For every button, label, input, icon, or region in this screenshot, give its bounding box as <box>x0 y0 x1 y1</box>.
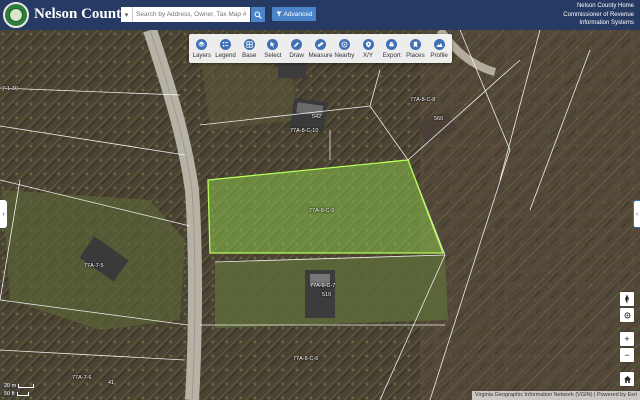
parcel-label: 77A-7-6 <box>72 375 92 381</box>
tool-label: X/Y <box>363 51 374 59</box>
tool-xy[interactable]: X/Y <box>356 34 380 63</box>
parcel-label: 77A-8-C-8 <box>410 97 436 103</box>
link-county-home[interactable]: Nelson County Home <box>563 2 634 11</box>
search-icon <box>254 11 262 19</box>
map-view[interactable]: 77A-8-C-9 77A-8-C-10 77A-8-C-8 77A-8-C-7… <box>0 30 640 400</box>
tool-label: Profile <box>430 51 448 59</box>
link-information-systems[interactable]: Information Systems <box>563 19 634 28</box>
address-label: 41 <box>108 380 115 386</box>
tool-label: Nearby <box>334 51 355 59</box>
parcel-label: 77A-7-5 <box>84 263 104 269</box>
app-title: Nelson County, <box>34 6 132 22</box>
chevron-left-icon: ‹ <box>635 210 639 218</box>
scale-bar: 20 m 50 ft <box>2 382 35 398</box>
legend-icon <box>220 38 232 50</box>
map-toolbar: Layers Legend Base Select Draw Measure N… <box>189 34 452 63</box>
locate-button[interactable] <box>620 308 634 322</box>
search-options-chevron-icon[interactable]: ▾ <box>121 7 133 22</box>
tool-base[interactable]: Base <box>237 34 261 63</box>
compass-button[interactable] <box>620 292 634 306</box>
locate-icon <box>624 312 630 318</box>
scale-metric-label: 20 m <box>2 383 19 389</box>
link-commissioner-revenue[interactable]: Commissioner of Revenue <box>563 11 634 20</box>
tool-nearby[interactable]: Nearby <box>333 34 357 63</box>
advanced-search-button[interactable]: Advanced <box>272 7 316 21</box>
filter-icon <box>275 11 282 17</box>
tool-layers[interactable]: Layers <box>190 34 214 63</box>
chevron-right-icon: › <box>2 210 5 218</box>
select-icon <box>267 38 279 50</box>
app-header: Nelson County, ▾ Advanced Nelson County … <box>0 0 640 30</box>
tool-draw[interactable]: Draw <box>285 34 309 63</box>
places-icon <box>409 38 421 50</box>
tool-label: Base <box>242 51 257 59</box>
search-button[interactable] <box>251 7 265 22</box>
right-panel-toggle[interactable]: ‹ <box>633 200 640 228</box>
left-panel-toggle[interactable]: › <box>0 200 7 228</box>
tool-label: Export <box>382 51 401 59</box>
parcel-label: 77A-8-C-10 <box>290 128 319 134</box>
compass-icon <box>625 294 629 304</box>
county-seal-logo[interactable] <box>3 2 29 28</box>
scale-imperial-line <box>16 392 29 396</box>
measure-icon <box>314 38 326 50</box>
address-label: 510 <box>322 292 332 298</box>
address-label: 542 <box>312 114 322 120</box>
basemap-icon <box>243 38 255 50</box>
draw-icon <box>291 38 303 50</box>
scale-metric-line <box>18 384 35 388</box>
zoom-out-button[interactable]: − <box>620 348 634 362</box>
header-links: Nelson County Home Commissioner of Reven… <box>563 2 634 28</box>
xy-icon <box>362 38 374 50</box>
tool-label: Legend <box>215 51 236 59</box>
tool-measure[interactable]: Measure <box>308 34 333 63</box>
tool-select[interactable]: Select <box>261 34 285 63</box>
address-label: 560 <box>434 116 444 122</box>
tool-legend[interactable]: Legend <box>214 34 238 63</box>
search-input[interactable] <box>133 7 250 22</box>
parcel-label: 7-1-30 <box>2 86 18 92</box>
map-controls: + − <box>620 292 634 386</box>
aerial-imagery <box>0 30 640 400</box>
export-icon <box>386 38 398 50</box>
tool-profile[interactable]: Profile <box>427 34 451 63</box>
home-icon <box>623 375 631 383</box>
parcel-label: 77A-8-C-9 <box>309 208 335 214</box>
tool-label: Places <box>406 51 425 59</box>
tool-label: Measure <box>308 51 333 59</box>
tool-places[interactable]: Places <box>404 34 428 63</box>
profile-icon <box>433 38 445 50</box>
parcel-label: 77A-8-C-7 <box>310 283 336 289</box>
advanced-label: Advanced <box>283 10 313 18</box>
app-root: Nelson County, ▾ Advanced Nelson County … <box>0 0 640 400</box>
tool-export[interactable]: Export <box>380 34 404 63</box>
tool-label: Draw <box>289 51 304 59</box>
search-bar: ▾ <box>121 7 265 22</box>
nearby-icon <box>338 38 350 50</box>
layers-icon <box>196 38 208 50</box>
zoom-in-button[interactable]: + <box>620 332 634 346</box>
map-attribution[interactable]: Virginia Geographic Information Network … <box>471 391 640 400</box>
tool-label: Select <box>264 51 282 59</box>
home-button[interactable] <box>620 372 634 386</box>
scale-imperial-label: 50 ft <box>2 391 17 397</box>
parcel-label: 77A-8-C-6 <box>293 356 319 362</box>
tool-label: Layers <box>192 51 212 59</box>
